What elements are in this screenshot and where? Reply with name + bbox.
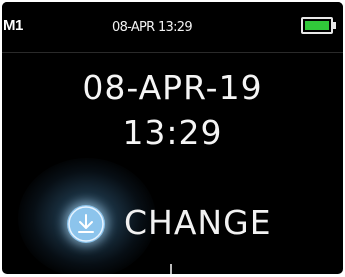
status-datetime: 08-APR 13:29 [112, 20, 193, 35]
battery-tip [333, 22, 336, 29]
status-bar: M1 08-APR 13:29 [2, 2, 343, 52]
battery-icon [301, 17, 333, 34]
status-divider [2, 52, 343, 53]
change-button[interactable]: CHANGE [62, 200, 302, 248]
scroll-indicator [170, 264, 172, 274]
status-mode-label: M1 [3, 17, 23, 34]
download-arrow-icon [67, 205, 105, 243]
battery-level-fill [305, 21, 329, 30]
date-display: 08-APR-19 [82, 68, 263, 107]
device-screen: M1 08-APR 13:29 08-APR-19 13:29 CHANGE [2, 2, 343, 274]
time-display: 13:29 [122, 113, 223, 152]
change-button-label: CHANGE [124, 203, 272, 242]
